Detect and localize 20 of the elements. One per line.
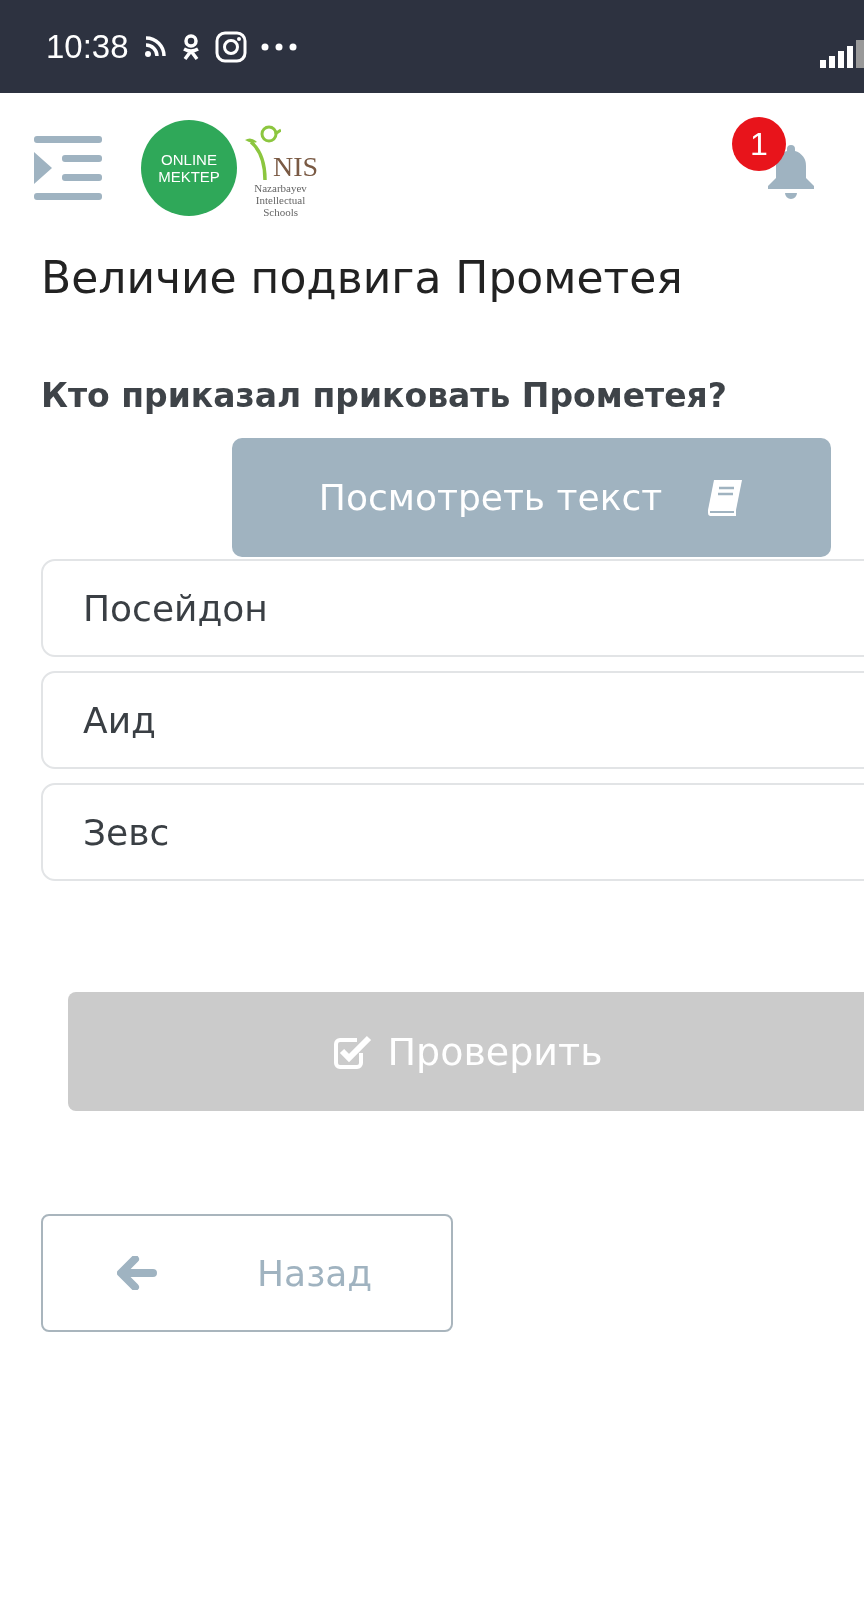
rss-icon <box>142 34 167 59</box>
arrow-left-icon <box>117 1256 157 1290</box>
school-name: NIS <box>273 151 319 182</box>
signal-icon <box>820 39 864 68</box>
school-subtitle: Schools <box>263 205 298 218</box>
odnoklassniki-icon <box>180 32 201 61</box>
page-title: Величие подвига Прометея <box>41 251 684 305</box>
clock: 10:38 <box>46 27 129 66</box>
answer-option[interactable]: Аид <box>41 671 864 769</box>
logo-text: MEKTEP <box>158 167 220 185</box>
logo-text: ONLINE <box>161 150 217 168</box>
answer-option[interactable]: Посейдон <box>41 559 864 657</box>
instagram-icon <box>214 30 247 63</box>
school-subtitle: Intellectual <box>255 193 306 206</box>
more-icon <box>260 42 297 51</box>
answer-option[interactable]: Зевс <box>41 783 864 881</box>
bell-icon[interactable] <box>766 143 816 199</box>
question-text: Кто приказал приковать Прометея? <box>41 375 728 417</box>
school-subtitle: Nazarbayev <box>254 181 307 194</box>
notification-badge: 1 <box>732 117 786 171</box>
